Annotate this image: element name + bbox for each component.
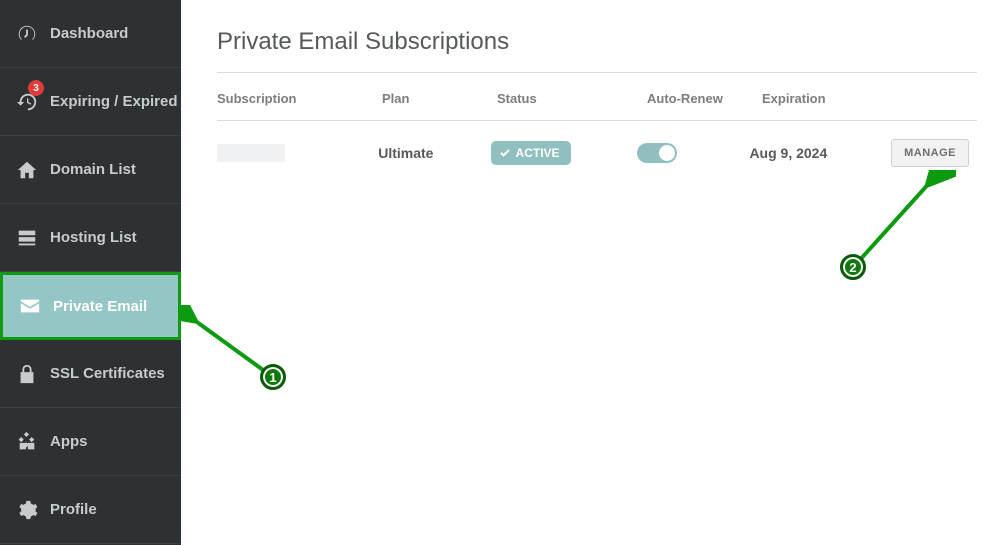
sidebar-item-domain-list[interactable]: Domain List <box>0 136 181 204</box>
check-icon <box>499 147 511 159</box>
annotation-marker-2: 2 <box>840 254 866 280</box>
subscriptions-table: Subscription Plan Status Auto-Renew Expi… <box>217 91 977 167</box>
subscription-placeholder <box>217 144 285 162</box>
sidebar-item-private-email[interactable]: Private Email <box>0 272 181 340</box>
sidebar-item-dashboard[interactable]: Dashboard <box>0 0 181 68</box>
grid-icon <box>14 429 40 455</box>
status-pill: ACTIVE <box>491 141 571 165</box>
table-header: Subscription Plan Status Auto-Renew Expi… <box>217 91 977 121</box>
header-action <box>907 91 977 106</box>
cell-autorenew <box>637 143 749 163</box>
status-text: ACTIVE <box>516 146 560 160</box>
annotation-marker-1: 1 <box>260 364 286 390</box>
sidebar-item-label: Private Email <box>53 298 147 315</box>
sidebar-item-hosting-list[interactable]: Hosting List <box>0 204 181 272</box>
cell-status: ACTIVE <box>491 141 638 165</box>
sidebar-item-label: Profile <box>50 501 97 518</box>
cell-action: MANAGE <box>891 139 977 167</box>
gear-icon <box>14 497 40 523</box>
sidebar-item-profile[interactable]: Profile <box>0 476 181 544</box>
sidebar-item-label: Dashboard <box>50 25 128 42</box>
sidebar-item-label: Domain List <box>50 161 136 178</box>
header-plan: Plan <box>382 91 497 106</box>
header-autorenew: Auto-Renew <box>647 91 762 106</box>
autorenew-toggle[interactable] <box>637 143 677 163</box>
sidebar-item-label: Hosting List <box>50 229 137 246</box>
page-title: Private Email Subscriptions <box>217 28 990 56</box>
server-icon <box>14 225 40 251</box>
gauge-icon <box>14 21 40 47</box>
header-status: Status <box>497 91 647 106</box>
sidebar-item-label: SSL Certificates <box>50 365 165 382</box>
sidebar-item-expiring[interactable]: 3 Expiring / Expired <box>0 68 181 136</box>
table-row: Ultimate ACTIVE Aug 9, 2024 MANAGE <box>217 121 977 167</box>
cell-subscription <box>217 144 378 162</box>
sidebar-item-apps[interactable]: Apps <box>0 408 181 476</box>
sidebar-item-label: Apps <box>50 433 88 450</box>
sidebar-item-ssl[interactable]: SSL Certificates <box>0 340 181 408</box>
expiring-badge: 3 <box>28 80 44 96</box>
toggle-knob <box>659 145 675 161</box>
annotation-arrow-2 <box>846 170 956 270</box>
manage-button[interactable]: MANAGE <box>891 139 969 167</box>
mail-icon <box>17 293 43 319</box>
cell-plan: Ultimate <box>378 145 490 161</box>
header-expiration: Expiration <box>762 91 907 106</box>
cell-expiration: Aug 9, 2024 <box>749 145 891 161</box>
divider <box>217 72 977 73</box>
main-content: Private Email Subscriptions Subscription… <box>181 0 990 545</box>
home-icon <box>14 157 40 183</box>
sidebar-item-label: Expiring / Expired <box>50 93 178 110</box>
lock-icon <box>14 361 40 387</box>
sidebar: Dashboard 3 Expiring / Expired Domain Li… <box>0 0 181 545</box>
header-subscription: Subscription <box>217 91 382 106</box>
